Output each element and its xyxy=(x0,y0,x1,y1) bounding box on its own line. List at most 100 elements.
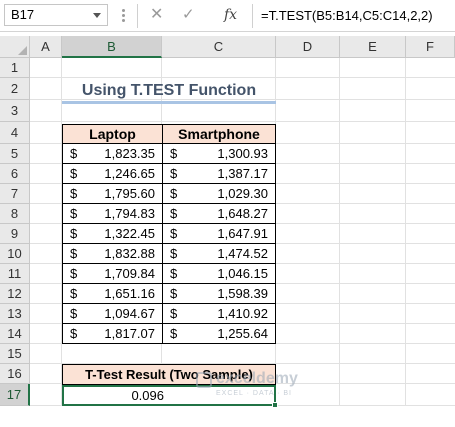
currency-symbol: $ xyxy=(70,306,78,321)
price-value: 1,255.64 xyxy=(217,326,268,341)
row-header-6[interactable]: 6 xyxy=(0,164,30,184)
currency-symbol: $ xyxy=(70,326,78,341)
gridline xyxy=(30,121,455,122)
formula-input[interactable]: =T.TEST(B5:B14,C5:C14,2,2) xyxy=(252,4,455,28)
row-header-8[interactable]: 8 xyxy=(0,204,30,224)
chevron-down-icon[interactable] xyxy=(93,13,101,18)
formula-bar-buttons: ✕ ✓ fx xyxy=(138,4,248,28)
row-header-5[interactable]: 5 xyxy=(0,144,30,164)
laptop-price-cell[interactable]: $1,094.67 xyxy=(62,304,163,324)
smartphone-price-cell[interactable]: $1,598.39 xyxy=(162,284,276,304)
select-all-icon xyxy=(18,46,27,55)
price-value: 1,300.93 xyxy=(217,146,268,161)
currency-symbol: $ xyxy=(70,226,78,241)
currency-symbol: $ xyxy=(170,226,178,241)
select-all-button[interactable] xyxy=(0,36,30,58)
currency-symbol: $ xyxy=(70,186,78,201)
row-header-1[interactable]: 1 xyxy=(0,58,30,78)
laptop-price-cell[interactable]: $1,794.83 xyxy=(62,204,163,224)
currency-symbol: $ xyxy=(170,206,178,221)
enter-icon[interactable]: ✓ xyxy=(182,5,195,25)
laptop-price-cell[interactable]: $1,817.07 xyxy=(62,324,163,344)
price-value: 1,709.84 xyxy=(104,266,155,281)
currency-symbol: $ xyxy=(170,326,178,341)
header-laptop[interactable]: Laptop xyxy=(62,124,163,144)
row-header-17[interactable]: 17 xyxy=(0,384,30,406)
currency-symbol: $ xyxy=(170,246,178,261)
smartphone-price-cell[interactable]: $1,648.27 xyxy=(162,204,276,224)
row-header-3[interactable]: 3 xyxy=(0,100,30,122)
price-value: 1,246.65 xyxy=(104,166,155,181)
title-underline xyxy=(62,101,276,104)
price-value: 1,651.16 xyxy=(104,286,155,301)
laptop-price-cell[interactable]: $1,246.65 xyxy=(62,164,163,184)
column-header-d[interactable]: D xyxy=(276,36,340,58)
column-header-f[interactable]: F xyxy=(406,36,455,58)
price-value: 1,647.91 xyxy=(217,226,268,241)
column-header-c[interactable]: C xyxy=(162,36,276,58)
row-header-11[interactable]: 11 xyxy=(0,264,30,284)
row-header-14[interactable]: 14 xyxy=(0,324,30,344)
smartphone-price-cell[interactable]: $1,647.91 xyxy=(162,224,276,244)
laptop-price-cell[interactable]: $1,651.16 xyxy=(62,284,163,304)
row-header-12[interactable]: 12 xyxy=(0,284,30,304)
column-header-b[interactable]: B xyxy=(62,36,162,58)
price-value: 1,046.15 xyxy=(217,266,268,281)
laptop-price-cell[interactable]: $1,709.84 xyxy=(62,264,163,284)
smartphone-price-cell[interactable]: $1,255.64 xyxy=(162,324,276,344)
currency-symbol: $ xyxy=(170,306,178,321)
row-header-9[interactable]: 9 xyxy=(0,224,30,244)
price-value: 1,832.88 xyxy=(104,246,155,261)
smartphone-price-cell[interactable]: $1,300.93 xyxy=(162,144,276,164)
laptop-price-cell[interactable]: $1,322.45 xyxy=(62,224,163,244)
name-box-value: B17 xyxy=(11,7,35,22)
watermark: exceldemy EXCEL · DATA · BI xyxy=(196,370,298,404)
laptop-price-cell[interactable]: $1,795.60 xyxy=(62,184,163,204)
insert-function-icon[interactable]: fx xyxy=(224,5,237,25)
price-value: 1,795.60 xyxy=(104,186,155,201)
currency-symbol: $ xyxy=(70,286,78,301)
currency-symbol: $ xyxy=(170,146,178,161)
laptop-price-cell[interactable]: $1,832.88 xyxy=(62,244,163,264)
price-value: 1,794.83 xyxy=(104,206,155,221)
formula-bar: B17 ✕ ✓ fx =T.TEST(B5:B14,C5:C14,2,2) xyxy=(0,0,455,32)
currency-symbol: $ xyxy=(70,206,78,221)
row-header-16[interactable]: 16 xyxy=(0,364,30,384)
watermark-tagline: EXCEL · DATA · BI xyxy=(216,390,292,397)
gridline xyxy=(339,58,340,406)
column-header-e[interactable]: E xyxy=(340,36,406,58)
currency-symbol: $ xyxy=(70,166,78,181)
row-header-7[interactable]: 7 xyxy=(0,184,30,204)
row-header-2[interactable]: 2 xyxy=(0,78,30,100)
currency-symbol: $ xyxy=(70,146,78,161)
price-value: 1,823.35 xyxy=(104,146,155,161)
cancel-icon[interactable]: ✕ xyxy=(150,5,163,25)
price-value: 1,322.45 xyxy=(104,226,155,241)
smartphone-price-cell[interactable]: $1,474.52 xyxy=(162,244,276,264)
header-smartphone[interactable]: Smartphone xyxy=(162,124,276,144)
currency-symbol: $ xyxy=(170,286,178,301)
smartphone-price-cell[interactable]: $1,046.15 xyxy=(162,264,276,284)
smartphone-price-cell[interactable]: $1,029.30 xyxy=(162,184,276,204)
watermark-name: exceldemy xyxy=(216,370,298,387)
laptop-price-cell[interactable]: $1,823.35 xyxy=(62,144,163,164)
currency-symbol: $ xyxy=(170,166,178,181)
smartphone-price-cell[interactable]: $1,410.92 xyxy=(162,304,276,324)
price-value: 1,648.27 xyxy=(217,206,268,221)
price-value: 1,029.30 xyxy=(217,186,268,201)
price-value: 1,474.52 xyxy=(217,246,268,261)
price-value: 1,817.07 xyxy=(104,326,155,341)
row-header-13[interactable]: 13 xyxy=(0,304,30,324)
name-box[interactable]: B17 xyxy=(4,4,108,26)
smartphone-price-cell[interactable]: $1,387.17 xyxy=(162,164,276,184)
currency-symbol: $ xyxy=(70,266,78,281)
row-header-10[interactable]: 10 xyxy=(0,244,30,264)
more-options-icon[interactable] xyxy=(117,8,129,22)
price-value: 1,410.92 xyxy=(217,306,268,321)
price-value: 1,598.39 xyxy=(217,286,268,301)
row-header-4[interactable]: 4 xyxy=(0,122,30,144)
price-value: 1,094.67 xyxy=(104,306,155,321)
row-header-15[interactable]: 15 xyxy=(0,344,30,364)
column-header-a[interactable]: A xyxy=(30,36,62,58)
currency-symbol: $ xyxy=(170,266,178,281)
